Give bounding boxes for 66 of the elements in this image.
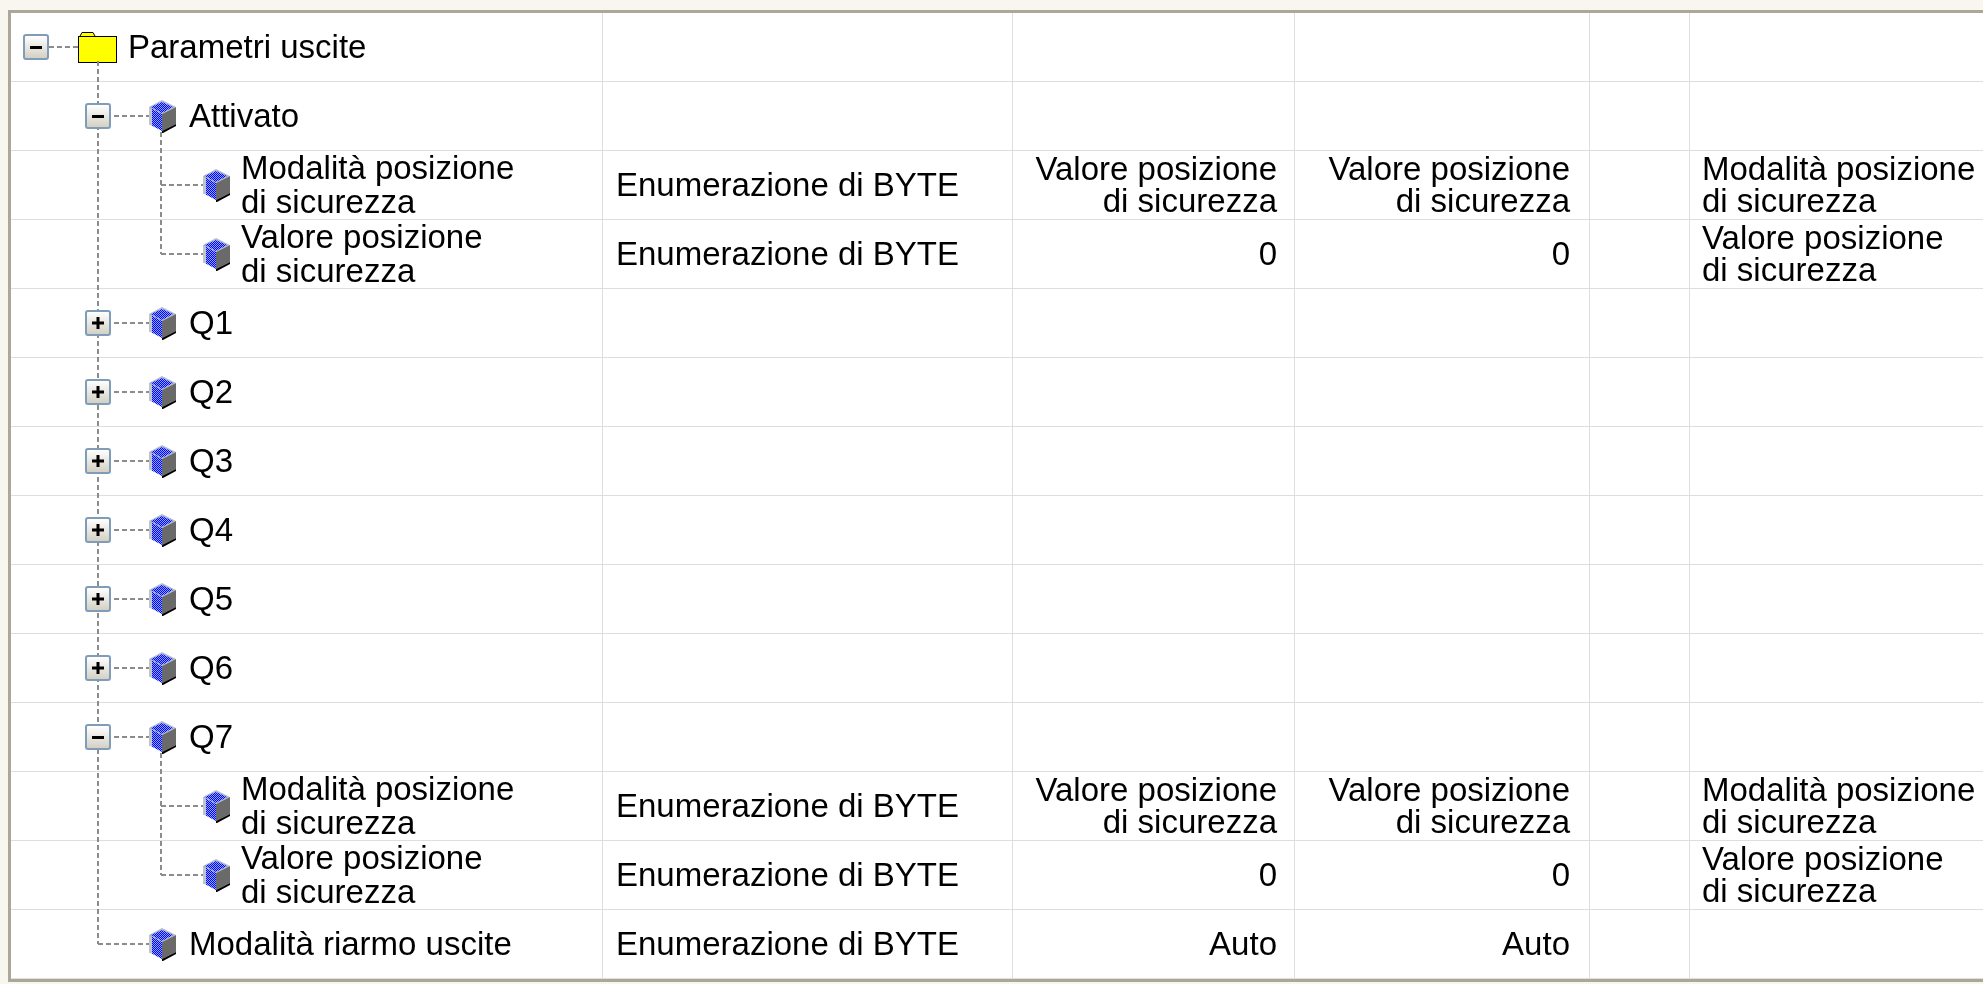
table-cell: Valore posizione di sicurezza [1013,772,1295,840]
tree-toggle-button[interactable] [85,310,111,336]
plus-icon [92,524,104,536]
table-cell-text: Modalità posizione di sicurezza [1701,772,1977,840]
tree-item-label[interactable]: Valore posizione di sicurezza [241,841,517,909]
tree-toggle-button[interactable] [85,103,111,129]
plus-icon [92,455,104,467]
table-cell: Enumerazione di BYTE [603,841,1013,909]
tree-item-label[interactable]: Q7 [189,720,234,754]
table-cell: Valore posizione di sicurezza [1295,772,1590,840]
tree-item-label[interactable]: Attivato [189,99,300,133]
tree-toggle-button[interactable] [85,655,111,681]
tree-item-label[interactable]: Modalità posizione di sicurezza [241,151,517,219]
tree-item-label[interactable]: Modalità posizione di sicurezza [241,772,517,840]
tree-toggle-button[interactable] [85,724,111,750]
cube-icon [149,513,176,547]
tree-item-label[interactable]: Q4 [189,513,234,547]
tree-toggle-button[interactable] [85,586,111,612]
plus-icon [92,593,104,605]
table-cell: Enumerazione di BYTE [603,910,1013,978]
cube-icon [149,927,176,961]
cube-icon [149,582,176,616]
tree-toggle-button[interactable] [85,379,111,405]
cube-icon [203,789,230,823]
cube-icon [149,99,176,133]
tree-item-label[interactable]: Parametri uscite [128,30,367,64]
tree-item-label[interactable]: Q2 [189,375,234,409]
cube-icon [203,858,230,892]
table-cell: 0 [1013,841,1295,909]
table-cell: 0 [1295,841,1590,909]
plus-icon [92,317,104,329]
table-cell-text: Modalità posizione di sicurezza [1701,151,1977,219]
minus-icon [92,114,104,118]
table-cell: Valore posizione di sicurezza [1295,151,1590,219]
tree-connector-line [48,46,79,48]
cube-icon [149,375,176,409]
table-cell: Auto [1295,910,1590,978]
tree-item-label[interactable]: Q3 [189,444,234,478]
minus-icon [92,735,104,739]
tree-item-label[interactable]: Valore posizione di sicurezza [241,220,517,288]
plus-icon [92,386,104,398]
cube-icon [149,306,176,340]
table-cell: Enumerazione di BYTE [603,151,1013,219]
tree-item-label[interactable]: Q6 [189,651,234,685]
tree-item-label[interactable]: Q1 [189,306,234,340]
table-cell: 0 [1013,220,1295,288]
tree-item-label[interactable]: Q5 [189,582,234,616]
table-cell: Valore posizione di sicurezza [1013,151,1295,219]
tree-toggle-button[interactable] [85,517,111,543]
folder-icon [78,31,117,63]
table-cell: Enumerazione di BYTE [603,772,1013,840]
cube-icon [149,444,176,478]
table-cell-text: Valore posizione di sicurezza [1701,220,1945,288]
tree-toggle-button[interactable] [85,448,111,474]
table-cell-text: Valore posizione di sicurezza [1701,841,1945,909]
minus-icon [30,45,42,49]
table-cell: Enumerazione di BYTE [603,220,1013,288]
cube-icon [149,651,176,685]
tree-toggle-button[interactable] [23,34,49,60]
tree-item-label[interactable]: Modalità riarmo uscite [189,927,512,961]
table-cell: Auto [1013,910,1295,978]
cube-icon [203,168,230,202]
cube-icon [203,237,230,271]
cube-icon [149,720,176,754]
plus-icon [92,662,104,674]
table-cell: 0 [1295,220,1590,288]
